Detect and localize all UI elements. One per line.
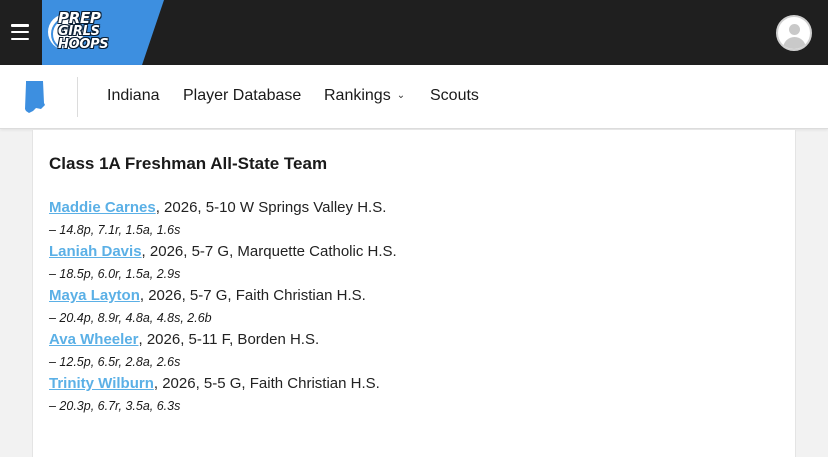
player-stats: – 12.5p, 6.5r, 2.8a, 2.6s bbox=[49, 355, 181, 369]
player-details: , 2026, 5-10 W Springs Valley H.S. bbox=[155, 199, 387, 216]
player-details: , 2026, 5-7 G, Marquette Catholic H.S. bbox=[141, 243, 397, 260]
section-title: Class 1A Freshman All-State Team bbox=[49, 154, 328, 173]
nav-item-player-database[interactable]: Player Database bbox=[183, 87, 301, 105]
secondary-nav: Indiana Player Database Rankings ⌄ Scouts bbox=[0, 65, 828, 129]
nav-item-rankings[interactable]: Rankings ⌄ bbox=[324, 87, 405, 105]
article-card: Class 1A Freshman All-State Team Maddie … bbox=[32, 130, 796, 457]
player-link[interactable]: Maya Layton bbox=[49, 287, 140, 304]
player-details: , 2026, 5-11 F, Borden H.S. bbox=[138, 331, 320, 348]
player-link[interactable]: Trinity Wilburn bbox=[49, 375, 154, 392]
player-stats: – 20.3p, 6.7r, 3.5a, 6.3s bbox=[49, 399, 181, 413]
player-entry: Ava Wheeler, 2026, 5-11 F, Borden H.S. bbox=[49, 330, 769, 352]
player-link[interactable]: Laniah Davis bbox=[49, 243, 142, 260]
hamburger-menu-icon[interactable] bbox=[11, 24, 29, 40]
chevron-down-icon: ⌄ bbox=[396, 90, 406, 101]
nav-item-rankings-label: Rankings bbox=[324, 87, 391, 104]
player-list: Maddie Carnes, 2026, 5-10 W Springs Vall… bbox=[49, 198, 769, 418]
indiana-state-icon[interactable] bbox=[23, 81, 47, 113]
player-stats: – 20.4p, 8.9r, 4.8a, 4.8s, 2.6b bbox=[49, 311, 212, 325]
top-header: PREP GIRLS HOOPS bbox=[0, 0, 828, 65]
logo-text-line3: HOOPS bbox=[58, 37, 109, 52]
player-details: , 2026, 5-5 G, Faith Christian H.S. bbox=[153, 375, 380, 392]
user-avatar-icon[interactable] bbox=[776, 15, 812, 51]
site-logo[interactable]: PREP GIRLS HOOPS bbox=[42, 0, 164, 65]
player-stats: – 14.8p, 7.1r, 1.5a, 1.6s bbox=[49, 223, 181, 237]
player-stats: – 18.5p, 6.0r, 1.5a, 2.9s bbox=[49, 267, 181, 281]
nav-divider bbox=[77, 77, 78, 117]
player-link[interactable]: Maddie Carnes bbox=[49, 199, 156, 216]
player-entry: Maya Layton, 2026, 5-7 G, Faith Christia… bbox=[49, 286, 769, 308]
nav-item-scouts[interactable]: Scouts bbox=[430, 87, 479, 105]
player-entry: Trinity Wilburn, 2026, 5-5 G, Faith Chri… bbox=[49, 374, 769, 396]
nav-item-indiana[interactable]: Indiana bbox=[107, 87, 160, 105]
player-entry: Laniah Davis, 2026, 5-7 G, Marquette Cat… bbox=[49, 242, 769, 264]
player-details: , 2026, 5-7 G, Faith Christian H.S. bbox=[139, 287, 366, 304]
player-link[interactable]: Ava Wheeler bbox=[49, 331, 138, 348]
player-entry: Maddie Carnes, 2026, 5-10 W Springs Vall… bbox=[49, 198, 769, 220]
